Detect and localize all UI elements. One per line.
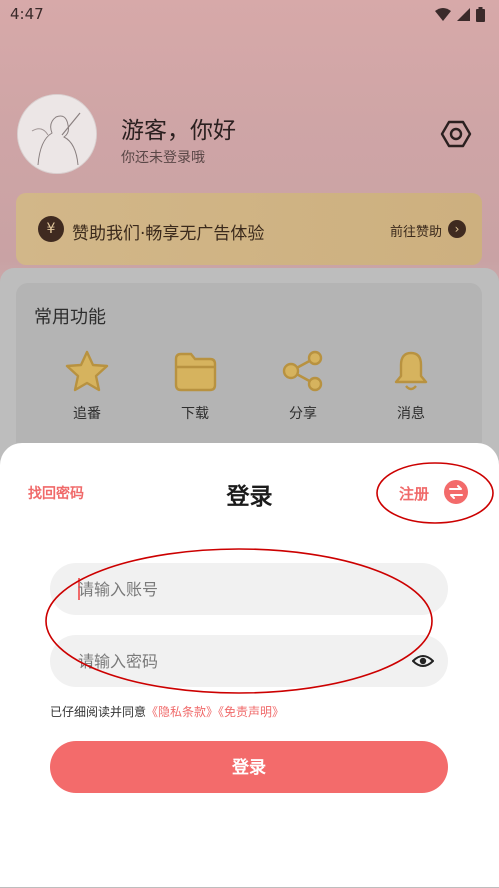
sponsor-text: 赞助我们·畅享无广告体验 [72,224,265,244]
battery-icon [476,7,485,22]
sponsor-link[interactable]: 前往赞助 [390,221,442,240]
share-icon [282,350,323,392]
function-label: 下载 [181,406,209,422]
swap-icon[interactable] [444,480,468,504]
eye-icon[interactable] [412,651,434,671]
register-link[interactable]: 注册 [399,483,429,504]
agreement-text: 已仔细阅读并同意《隐私条款》《免责声明》 [50,703,284,720]
functions-title: 常用功能 [34,307,106,328]
bell-icon [394,351,428,391]
status-time: 4:47 [10,5,44,23]
password-input[interactable] [78,635,398,687]
functions-card: 常用功能 追番 下载 分享 消息 [16,283,482,453]
settings-button[interactable] [440,118,472,150]
greeting-title: 游客，你好 [121,118,236,144]
signal-icon [457,8,470,21]
function-label: 分享 [289,406,317,422]
account-input[interactable] [78,563,398,615]
status-bar: 4:47 [0,0,499,28]
account-field[interactable] [50,563,448,615]
greeting-subtitle: 你还未登录哦 [121,150,205,166]
agreement-prefix: 已仔细阅读并同意 [50,705,147,719]
function-item-share[interactable]: 分享 [268,349,338,423]
privacy-link[interactable]: 《隐私条款》 [146,705,218,719]
wifi-icon [435,8,451,21]
password-field[interactable] [50,635,448,687]
function-item-follow[interactable]: 追番 [52,349,122,423]
function-item-download[interactable]: 下载 [160,349,230,423]
star-icon [65,350,109,392]
avatar-sketch-icon [18,95,96,173]
chevron-right-icon: › [448,220,466,238]
function-item-messages[interactable]: 消息 [376,349,446,423]
status-icons [435,7,485,22]
sponsor-banner[interactable]: ¥ 赞助我们·畅享无广告体验 前往赞助 › [16,193,482,265]
folder-icon [174,352,217,392]
login-button[interactable]: 登录 [50,741,448,793]
function-label: 追番 [73,406,101,422]
login-modal: 找回密码 登录 注册 已仔细阅读并同意《隐私条款》《免责声明》 登录 [0,443,499,887]
settings-hex-icon [440,120,472,148]
coin-icon: ¥ [38,216,64,242]
function-label: 消息 [397,406,425,422]
avatar[interactable] [17,94,97,174]
disclaimer-link[interactable]: 《免责声明》 [218,705,284,719]
